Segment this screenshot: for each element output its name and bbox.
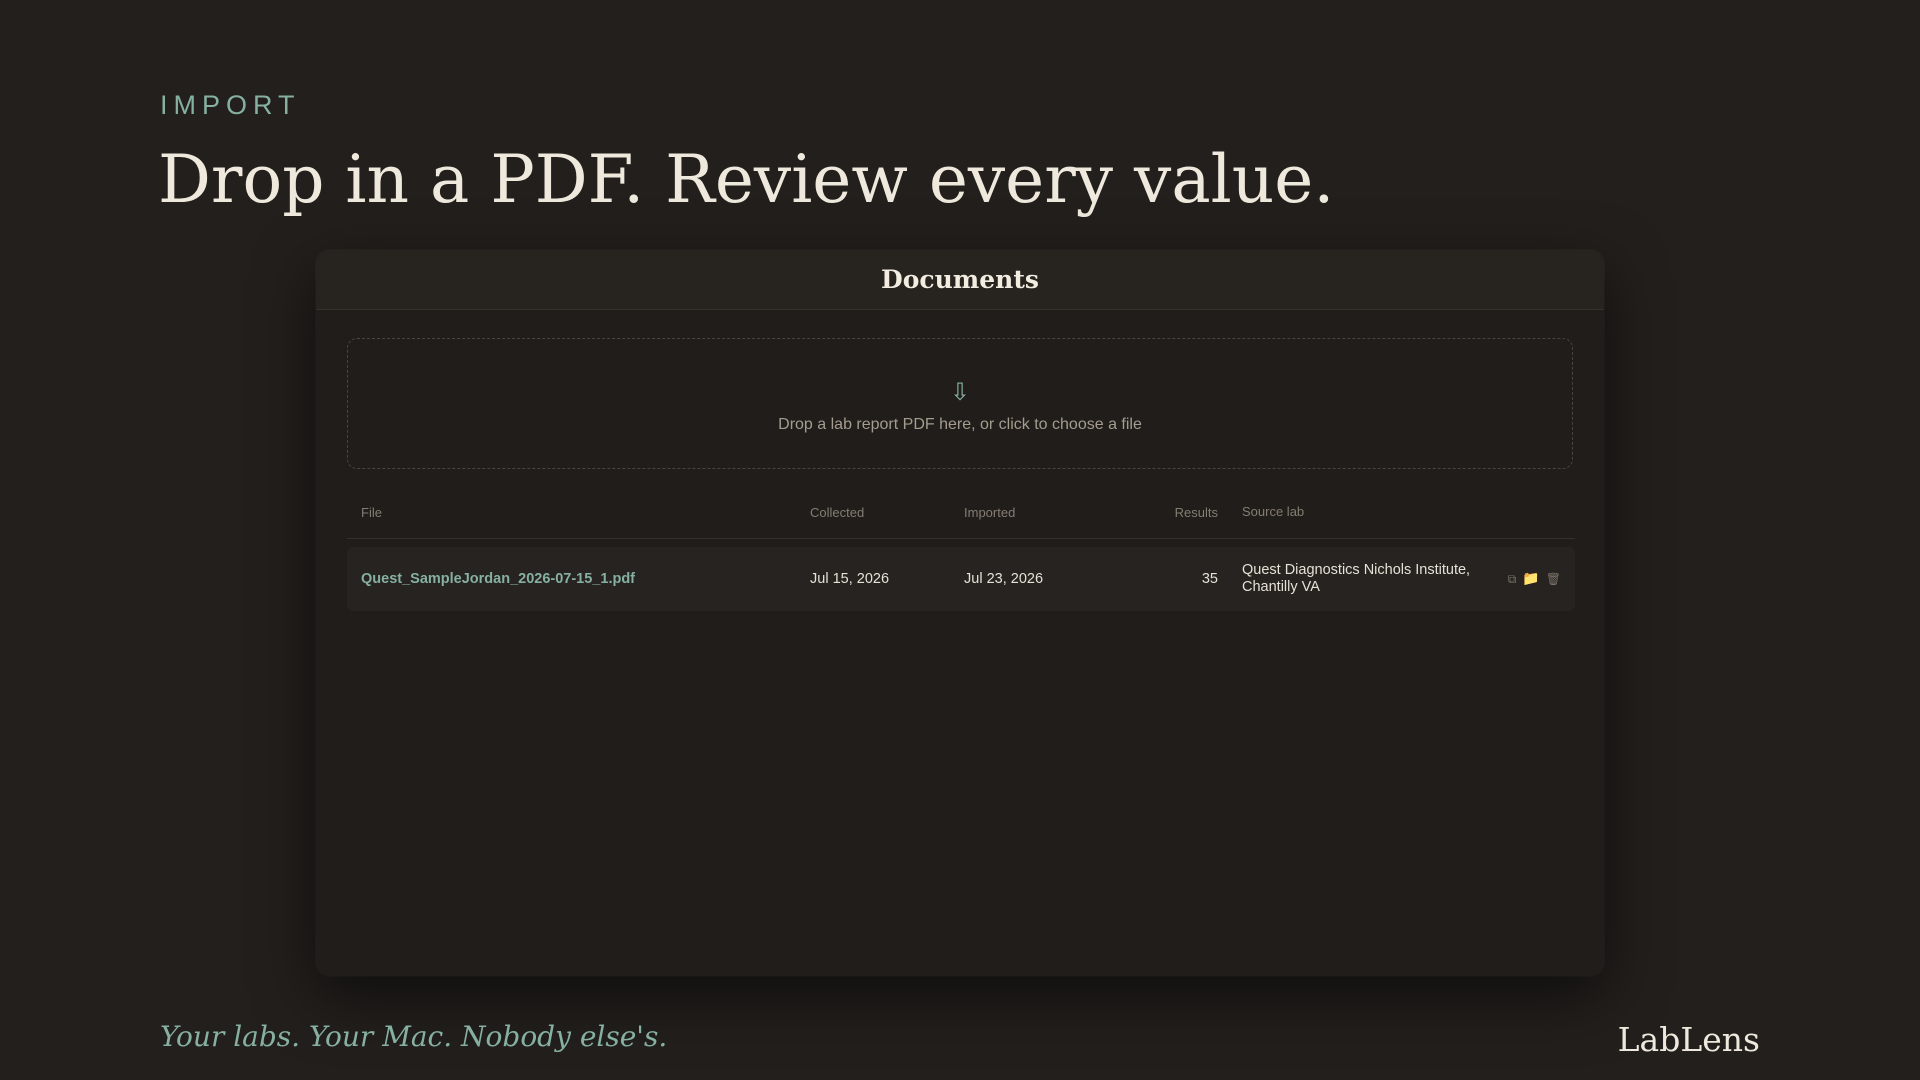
folder-icon[interactable]: 📁: [1522, 572, 1539, 586]
column-header-file[interactable]: File: [347, 505, 810, 520]
table-header: File Collected Imported Results Source l…: [347, 486, 1575, 539]
window-header: Documents: [316, 250, 1604, 310]
source-lab-line1: Quest Diagnostics Nichols Institute,: [1242, 561, 1471, 578]
documents-window: Documents ⇩ Drop a lab report PDF here, …: [316, 250, 1604, 976]
row-actions: ⧉ 📁 🗑: [1480, 572, 1575, 586]
column-header-source-lab[interactable]: Source lab: [1218, 504, 1480, 519]
pdf-dropzone[interactable]: ⇩ Drop a lab report PDF here, or click t…: [347, 338, 1573, 469]
download-arrow-icon: ⇩: [949, 377, 971, 406]
window-title: Documents: [881, 265, 1039, 294]
file-name-link[interactable]: Quest_SampleJordan_2026-07-15_1.pdf: [361, 571, 635, 587]
section-eyebrow: IMPORT: [160, 90, 301, 120]
table-row[interactable]: Quest_SampleJordan_2026-07-15_1.pdf Jul …: [347, 547, 1575, 611]
column-header-imported[interactable]: Imported: [964, 505, 1118, 520]
trash-icon[interactable]: 🗑: [1546, 573, 1561, 585]
column-header-results[interactable]: Results: [1118, 505, 1218, 520]
dropzone-label: Drop a lab report PDF here, or click to …: [778, 415, 1142, 433]
cell-file: Quest_SampleJordan_2026-07-15_1.pdf: [347, 571, 810, 587]
cell-imported: Jul 23, 2026: [964, 571, 1044, 587]
cell-collected: Jul 15, 2026: [810, 571, 890, 587]
documents-table: File Collected Imported Results Source l…: [347, 486, 1575, 611]
cell-source-lab: Quest Diagnostics Nichols Institute, Cha…: [1218, 562, 1480, 596]
copy-icon[interactable]: ⧉: [1508, 573, 1517, 585]
column-header-collected[interactable]: Collected: [810, 505, 964, 520]
source-lab-line2: Chantilly VA: [1242, 579, 1320, 595]
brand-wordmark: LabLens: [1617, 1020, 1760, 1059]
page-headline: Drop in a PDF. Review every value.: [158, 141, 1335, 218]
cell-results: 35: [1201, 571, 1218, 587]
footer-tagline: Your labs. Your Mac. Nobody else's.: [160, 1020, 668, 1053]
